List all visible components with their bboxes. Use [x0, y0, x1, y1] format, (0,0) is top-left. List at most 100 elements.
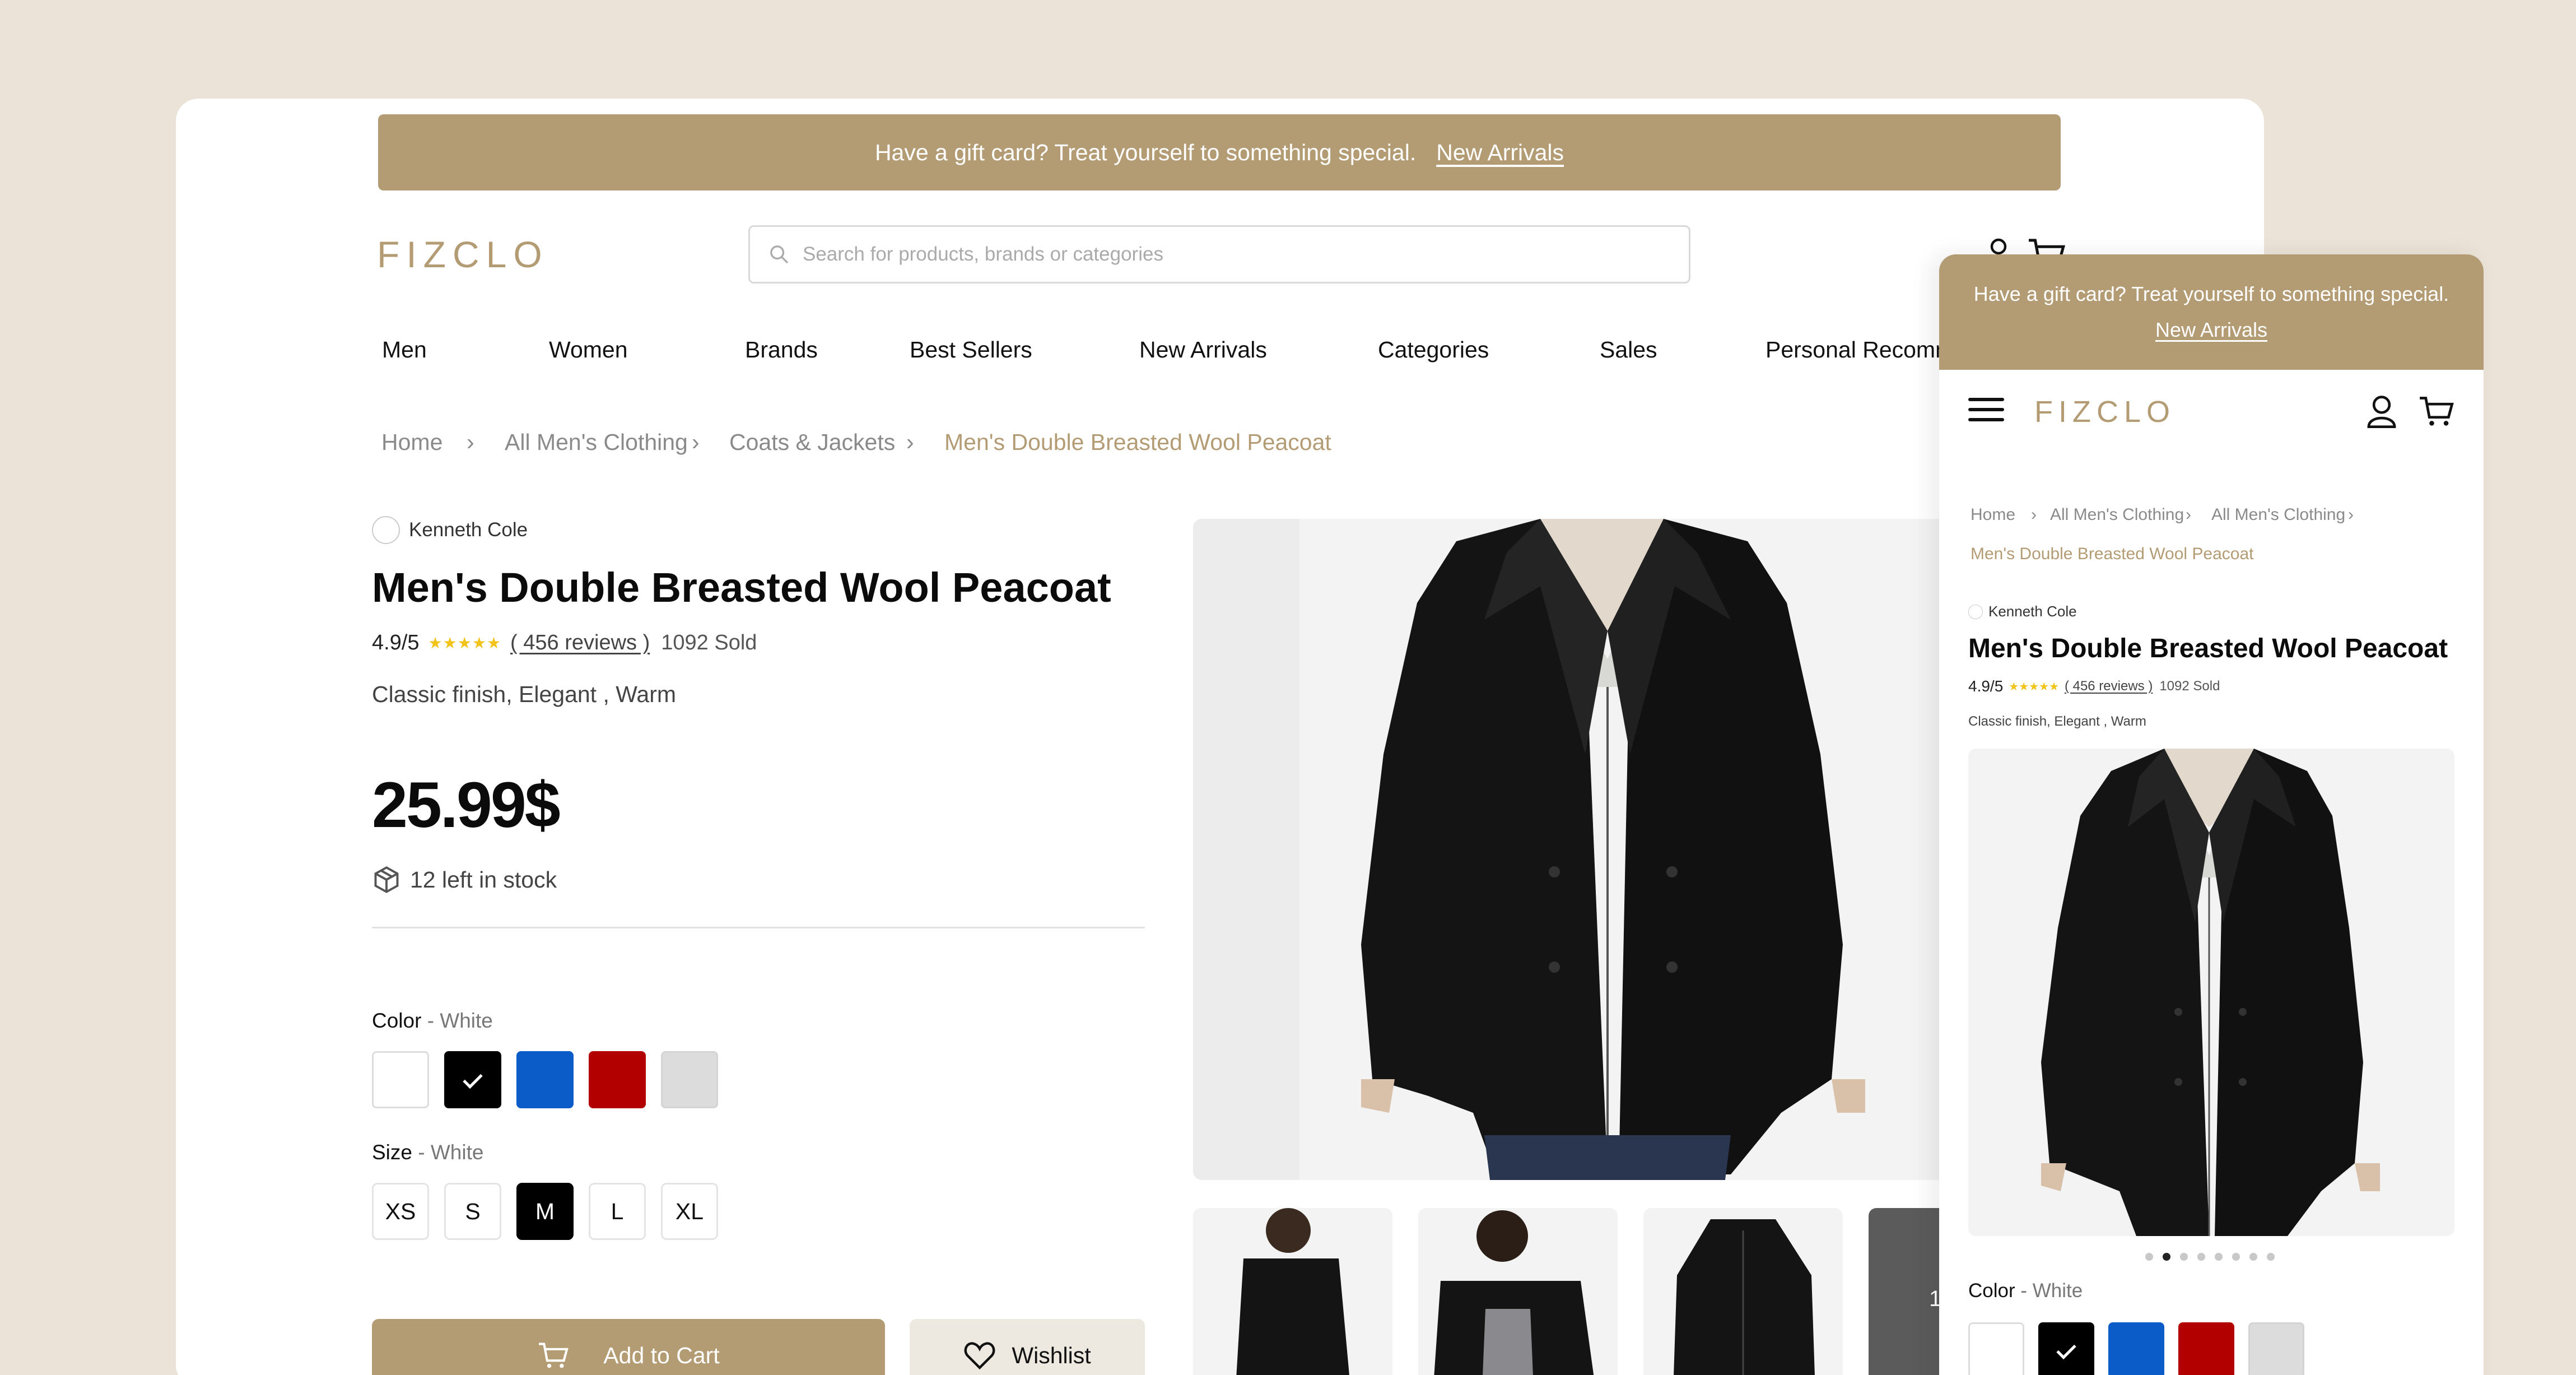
mobile-color-option-label: Color - White	[1968, 1280, 2083, 1302]
mobile-product-image[interactable]	[1968, 749, 2454, 1236]
add-to-cart-label: Add to Cart	[603, 1342, 720, 1368]
product-rating: 4.9/5 ★★★★★ ( 456 reviews ) 1092 Sold	[372, 631, 757, 655]
breadcrumb-item[interactable]: All Men's Clothing	[505, 429, 688, 456]
mobile-promo-text: Have a gift card? Treat yourself to some…	[1973, 282, 2449, 305]
reviews-link[interactable]: ( 456 reviews )	[2065, 679, 2153, 694]
color-swatch-blue[interactable]	[516, 1051, 574, 1108]
color-swatch-black[interactable]	[444, 1051, 501, 1108]
mobile-promo-new-arrivals-link[interactable]: New Arrivals	[2155, 318, 2267, 342]
carousel-dot[interactable]	[2232, 1253, 2240, 1261]
rating-score: 4.9/5	[1968, 677, 2004, 695]
hamburger-menu-icon[interactable]	[1968, 398, 2004, 424]
cart-icon[interactable]	[2419, 394, 2454, 428]
breadcrumb-item[interactable]: All Men's Clothing	[2211, 505, 2345, 524]
product-thumbnail[interactable]	[1193, 1208, 1392, 1375]
product-brand[interactable]: Kenneth Cole	[372, 516, 528, 544]
brand-logo	[372, 516, 400, 544]
color-selected-value: - White	[427, 1009, 493, 1032]
chevron-right-icon: ›	[2348, 505, 2354, 524]
nav-item-women[interactable]: Women	[549, 337, 628, 363]
color-label: Color	[372, 1009, 422, 1032]
cart-icon	[539, 1343, 569, 1368]
mobile-site-logo[interactable]: FIZCLO	[2034, 394, 2176, 429]
product-tags: Classic finish, Elegant , Warm	[372, 681, 677, 707]
size-option-xl[interactable]: XL	[661, 1183, 718, 1240]
product-thumbnail[interactable]	[1643, 1208, 1843, 1375]
carousel-dot-active[interactable]	[2163, 1253, 2170, 1261]
color-swatch-red[interactable]	[589, 1051, 646, 1108]
breadcrumb-item[interactable]: All Men's Clothing	[2050, 505, 2184, 524]
mobile-frame: Have a gift card? Treat yourself to some…	[1939, 254, 2484, 1375]
stock-status: 12 left in stock	[372, 865, 557, 894]
user-icon[interactable]	[2366, 394, 2397, 428]
nav-item-new-arrivals[interactable]: New Arrivals	[1139, 337, 1267, 363]
wishlist-label: Wishlist	[1012, 1342, 1091, 1368]
carousel-dot[interactable]	[2249, 1253, 2257, 1261]
check-icon	[2056, 1339, 2076, 1360]
carousel-dot[interactable]	[2180, 1253, 2188, 1261]
carousel-dot[interactable]	[2267, 1253, 2275, 1261]
site-logo[interactable]: FIZCLO	[377, 233, 549, 276]
color-swatch-grey[interactable]	[661, 1051, 718, 1108]
mobile-color-swatches	[1968, 1322, 2318, 1375]
stock-text: 12 left in stock	[410, 866, 557, 893]
carousel-dot[interactable]	[2145, 1253, 2153, 1261]
check-icon	[463, 1069, 483, 1089]
reviews-link[interactable]: ( 456 reviews )	[510, 631, 650, 655]
nav-item-men[interactable]: Men	[382, 337, 427, 363]
color-swatch-blue[interactable]	[2108, 1322, 2164, 1375]
sold-count: 1092 Sold	[2159, 679, 2220, 694]
add-to-cart-button[interactable]: Add to Cart	[372, 1319, 885, 1375]
chevron-right-icon: ›	[906, 429, 914, 455]
mobile-product-brand[interactable]: Kenneth Cole	[1968, 603, 2077, 620]
color-swatch-grey[interactable]	[2248, 1322, 2304, 1375]
thumbnail-photo	[1418, 1208, 1618, 1375]
color-option-label: Color - White	[372, 1009, 493, 1033]
heart-icon	[964, 1342, 995, 1370]
product-thumbnail[interactable]	[1418, 1208, 1618, 1375]
breadcrumb-current: Men's Double Breasted Wool Peacoat	[944, 429, 1331, 455]
search-input[interactable]: Search for products, brands or categorie…	[748, 225, 1690, 284]
size-option-l[interactable]: L	[589, 1183, 646, 1240]
rating-score: 4.9/5	[372, 631, 420, 654]
size-option-s[interactable]: S	[444, 1183, 501, 1240]
box-icon	[374, 866, 399, 893]
mobile-promo-banner: Have a gift card? Treat yourself to some…	[1939, 254, 2484, 370]
promo-new-arrivals-link[interactable]: New Arrivals	[1436, 140, 1564, 166]
breadcrumb-item[interactable]: Coats & Jackets	[729, 429, 895, 456]
brand-name: Kenneth Cole	[409, 519, 528, 541]
wishlist-button[interactable]: Wishlist	[910, 1319, 1145, 1375]
nav-item-brands[interactable]: Brands	[745, 337, 818, 363]
color-swatches	[372, 1051, 733, 1108]
nav-item-sales[interactable]: Sales	[1600, 337, 1657, 363]
search-placeholder: Search for products, brands or categorie…	[803, 243, 1163, 265]
carousel-dot[interactable]	[2197, 1253, 2205, 1261]
size-options: XS S M L XL	[372, 1183, 733, 1240]
breadcrumb-item[interactable]: Home	[381, 429, 442, 456]
brand-logo	[1968, 604, 1983, 619]
carousel-dot[interactable]	[2215, 1253, 2223, 1261]
promo-banner: Have a gift card? Treat yourself to some…	[378, 114, 2061, 191]
color-swatch-red[interactable]	[2178, 1322, 2234, 1375]
color-label: Color	[1968, 1280, 2015, 1302]
nav-item-categories[interactable]: Categories	[1378, 337, 1489, 363]
chevron-right-icon: ›	[467, 429, 474, 455]
product-main-image[interactable]	[1193, 519, 2033, 1180]
nav-item-best-sellers[interactable]: Best Sellers	[910, 337, 1032, 363]
color-swatch-white[interactable]	[372, 1051, 429, 1108]
color-swatch-white[interactable]	[1968, 1322, 2024, 1375]
color-selected-value: - White	[2020, 1280, 2083, 1302]
mobile-breadcrumb-current: Men's Double Breasted Wool Peacoat	[1971, 545, 2254, 563]
size-option-xs[interactable]: XS	[372, 1183, 429, 1240]
chevron-right-icon: ›	[2186, 505, 2191, 524]
color-swatch-black[interactable]	[2038, 1322, 2094, 1375]
nav-item-personal-recommendations[interactable]: Personal Recomm	[1766, 337, 1954, 363]
peacoat-photo	[1968, 749, 2454, 1236]
mobile-product-tags: Classic finish, Elegant , Warm	[1968, 714, 2146, 729]
mobile-product-rating: 4.9/5 ★★★★★ ( 456 reviews ) 1092 Sold	[1968, 677, 2220, 695]
breadcrumb-item[interactable]: Home	[1971, 505, 2015, 524]
thumbnail-photo	[1193, 1208, 1392, 1375]
size-option-m[interactable]: M	[516, 1183, 574, 1240]
rating-stars-icon: ★★★★★	[2009, 680, 2059, 693]
size-label: Size	[372, 1141, 412, 1164]
